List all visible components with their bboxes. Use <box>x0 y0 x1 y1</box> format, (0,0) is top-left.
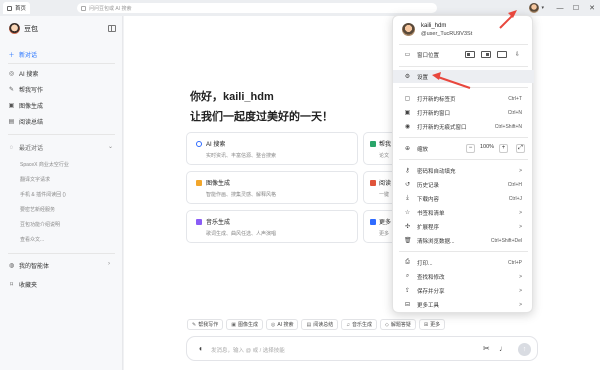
annotation-arrow-profile <box>499 10 517 29</box>
annotation-arrows <box>432 10 517 89</box>
annotation-arrow-settings <box>432 72 471 89</box>
